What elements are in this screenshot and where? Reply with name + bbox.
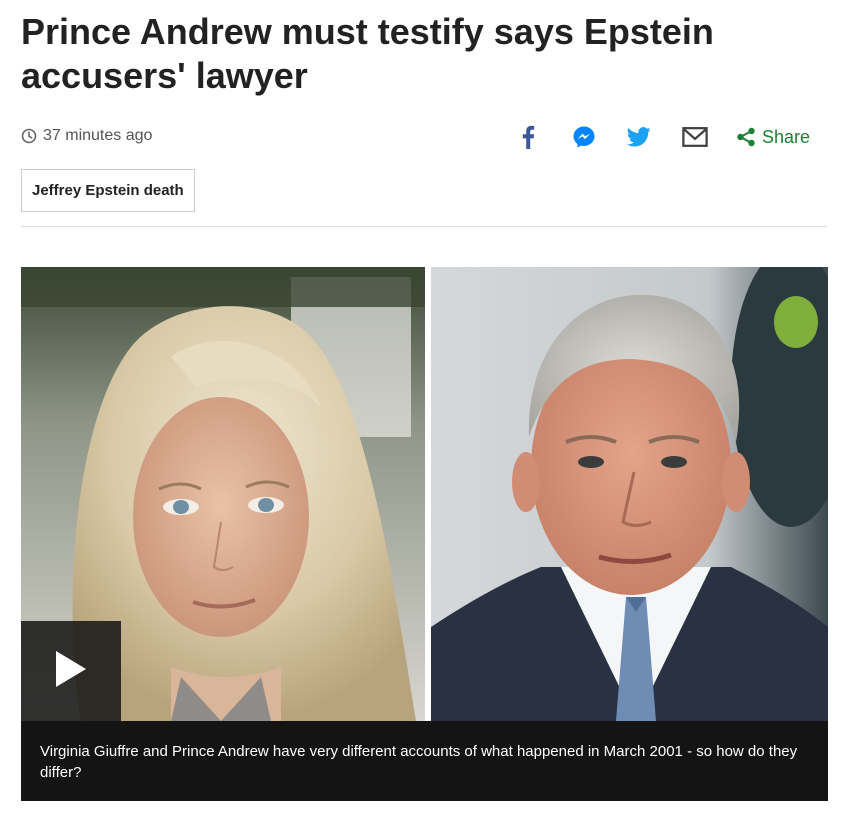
media-caption: Virginia Giuffre and Prince Andrew have … — [21, 721, 828, 801]
divider — [21, 226, 827, 227]
email-icon[interactable] — [682, 124, 708, 150]
messenger-icon[interactable] — [571, 124, 597, 150]
twitter-icon[interactable] — [626, 124, 652, 150]
share-button[interactable]: Share — [736, 127, 810, 148]
caption-text: Virginia Giuffre and Prince Andrew have … — [40, 743, 798, 781]
share-label: Share — [761, 126, 810, 147]
photo-prince-andrew — [431, 267, 828, 721]
timestamp-text: 37 minutes ago — [43, 127, 153, 144]
video-player[interactable]: Virginia Giuffre and Prince Andrew have … — [21, 267, 828, 801]
share-icon — [736, 127, 756, 147]
headline: Prince Andrew must testify says Epstein … — [21, 11, 714, 96]
topic-tag[interactable]: Jeffrey Epstein death — [21, 169, 195, 212]
facebook-icon[interactable] — [515, 124, 541, 150]
article-meta: 37 minutes ago Share — [21, 122, 827, 152]
timestamp: 37 minutes ago — [21, 127, 152, 145]
clock-icon — [21, 128, 37, 144]
share-tools: Share — [515, 122, 810, 152]
play-icon — [54, 649, 88, 694]
play-button[interactable] — [21, 621, 121, 721]
